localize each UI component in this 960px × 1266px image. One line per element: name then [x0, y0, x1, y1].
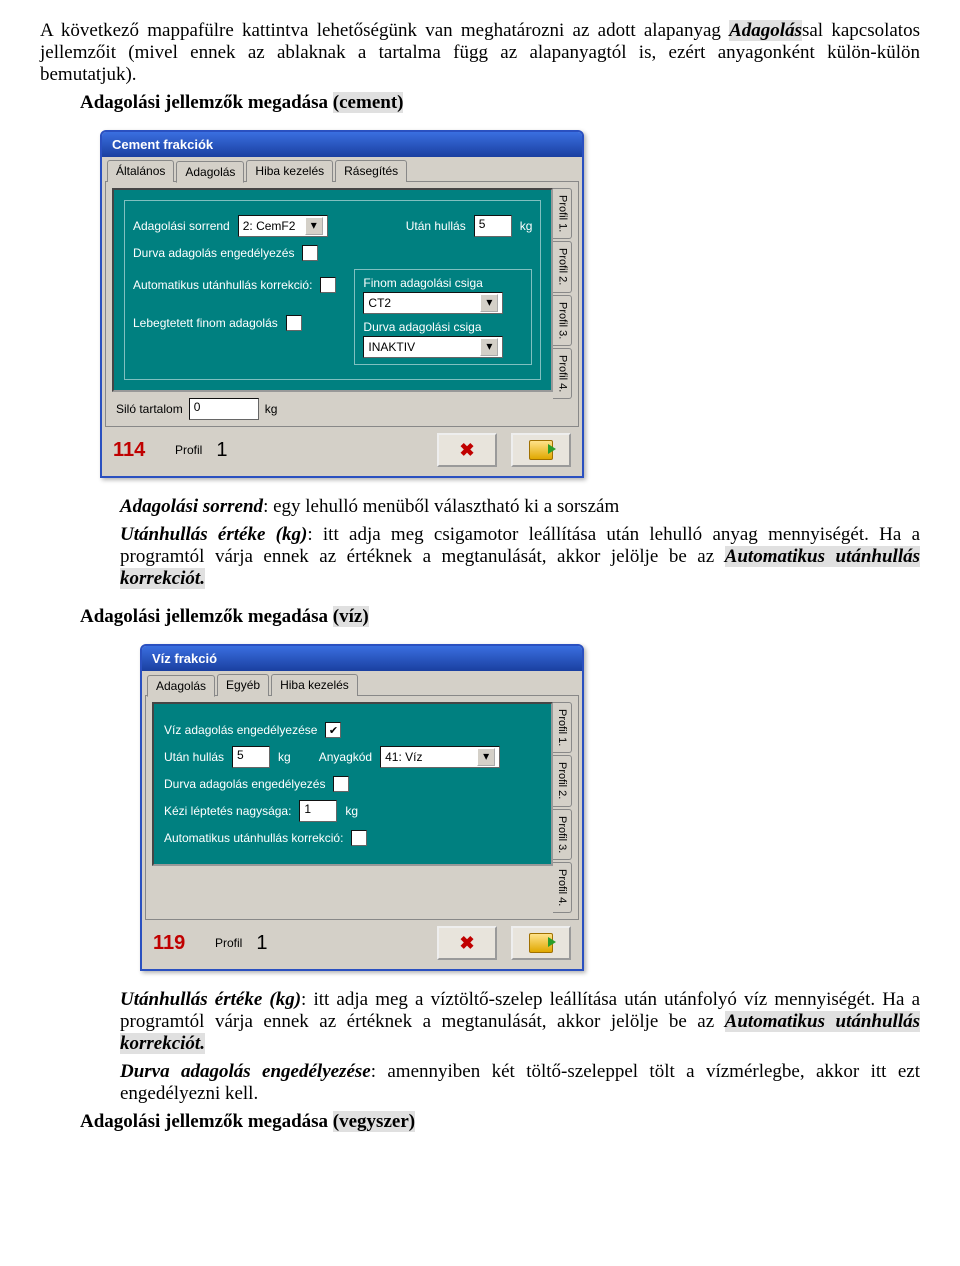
input-kezi[interactable]: 1: [299, 800, 337, 822]
input-silo[interactable]: 0: [189, 398, 259, 420]
label-durva-csiga: Durva adagolási csiga: [363, 320, 523, 334]
heading-cement: Adagolási jellemzők megadása (cement): [80, 92, 920, 114]
label-kezi: Kézi léptetés nagysága:: [164, 804, 291, 818]
label-profil-viz: Profil: [215, 936, 242, 950]
heading-viz-a: Adagolási jellemzők megadása: [80, 606, 333, 627]
viz-titlebar: Víz frakció: [142, 646, 582, 671]
cement-tabs: Általános Adagolás Hiba kezelés Rásegíté…: [105, 160, 579, 182]
viz-id: 119: [153, 932, 201, 955]
cement-titlebar: Cement frakciók: [102, 132, 582, 157]
label-utan-hullas: Után hullás: [406, 219, 466, 233]
dropdown-anyagkod-value: 41: Víz: [385, 750, 422, 764]
cement-id: 114: [113, 439, 161, 462]
dropdown-sorrend-value: 2: CemF2: [243, 219, 296, 233]
vtab-profil2[interactable]: Profil 2.: [553, 241, 572, 292]
cancel-button[interactable]: ✖: [437, 433, 497, 467]
label-silo: Siló tartalom: [116, 402, 183, 416]
heading-vegyszer: Adagolási jellemzők megadása (vegyszer): [80, 1111, 920, 1133]
label-viz-enged: Víz adagolás engedélyezése: [164, 723, 317, 737]
vtab-profil3-viz[interactable]: Profil 3.: [553, 809, 572, 860]
viz-description: Utánhullás értéke (kg): itt adja meg a v…: [120, 989, 920, 1105]
vtab-profil1[interactable]: Profil 1.: [553, 188, 572, 239]
label-kg-1: kg: [520, 219, 533, 233]
checkbox-viz-enged[interactable]: ✔: [325, 722, 341, 738]
label-anyagkod: Anyagkód: [319, 750, 372, 764]
checkbox-durva[interactable]: [302, 245, 318, 261]
chevron-down-icon: ▾: [480, 338, 498, 356]
heading-cement-a: Adagolási jellemzők megadása: [80, 92, 333, 113]
cement-window: Cement frakciók Általános Adagolás Hiba …: [100, 130, 584, 478]
term-utanhullas2: Utánhullás értéke (kg): [120, 989, 301, 1010]
cement-description: Adagolási sorrend: egy lehulló menüből v…: [120, 496, 920, 590]
vtab-profil3[interactable]: Profil 3.: [553, 295, 572, 346]
dropdown-finom-csiga-value: CT2: [368, 296, 391, 310]
heading-viz: Adagolási jellemzők megadása (víz): [80, 606, 920, 628]
intro-text-a: A következő mappafülre kattintva lehetős…: [40, 20, 729, 41]
viz-tabs: Adagolás Egyéb Hiba kezelés: [145, 674, 579, 696]
label-kg-viz: kg: [278, 750, 291, 764]
label-sorrend: Adagolási sorrend: [133, 219, 230, 233]
label-lebeg: Lebegtetett finom adagolás: [133, 316, 278, 330]
chevron-down-icon: ▾: [305, 217, 323, 235]
term-durva: Durva adagolás engedélyezése: [120, 1061, 371, 1082]
checkbox-durva-viz[interactable]: [333, 776, 349, 792]
tab-adagolas[interactable]: Adagolás: [176, 161, 244, 183]
label-kg-viz2: kg: [345, 804, 358, 818]
checkbox-lebeg[interactable]: [286, 315, 302, 331]
checkbox-auto[interactable]: [320, 277, 336, 293]
tab-altalanos[interactable]: Általános: [107, 160, 174, 182]
label-finom-csiga: Finom adagolási csiga: [363, 276, 523, 290]
input-utan-hullas-viz[interactable]: 5: [232, 746, 270, 768]
dropdown-durva-csiga-value: INAKTIV: [368, 340, 415, 354]
term-utanhullas: Utánhullás értéke (kg): [120, 524, 307, 545]
profil-value: 1: [216, 439, 227, 462]
open-button[interactable]: [511, 433, 571, 467]
term-sorrend: Adagolási sorrend: [120, 496, 263, 517]
open-button-viz[interactable]: [511, 926, 571, 960]
dropdown-sorrend[interactable]: 2: CemF2 ▾: [238, 215, 328, 237]
checkbox-auto-viz[interactable]: [351, 830, 367, 846]
tab-hibakezeles[interactable]: Hiba kezelés: [246, 160, 333, 182]
chevron-down-icon: ▾: [477, 748, 495, 766]
label-durva-viz: Durva adagolás engedélyezés: [164, 777, 325, 791]
folder-arrow-icon: [529, 440, 553, 460]
heading-viz-b: (víz): [333, 606, 369, 627]
intro-paragraph: A következő mappafülre kattintva lehetős…: [40, 20, 920, 86]
label-utan-hullas-viz: Után hullás: [164, 750, 224, 764]
input-utan-hullas[interactable]: 5: [474, 215, 512, 237]
vtab-profil4-viz[interactable]: Profil 4.: [553, 862, 572, 913]
dropdown-finom-csiga[interactable]: CT2 ▾: [363, 292, 503, 314]
folder-arrow-icon: [529, 933, 553, 953]
profil-value-viz: 1: [256, 932, 267, 955]
vtab-profil1-viz[interactable]: Profil 1.: [553, 702, 572, 753]
tab-hibakezeles-viz[interactable]: Hiba kezelés: [271, 674, 358, 696]
viz-window: Víz frakció Adagolás Egyéb Hiba kezelés …: [140, 644, 584, 971]
heading-vegyszer-b: (vegyszer): [333, 1111, 415, 1132]
chevron-down-icon: ▾: [480, 294, 498, 312]
label-kg-2: kg: [265, 402, 278, 416]
tab-rasegites[interactable]: Rásegítés: [335, 160, 407, 182]
heading-vegyszer-a: Adagolási jellemzők megadása: [80, 1111, 333, 1132]
label-auto: Automatikus utánhullás korrekció:: [133, 278, 312, 292]
text-sorrend: : egy lehulló menüből választható ki a s…: [263, 496, 619, 517]
heading-cement-b: (cement): [333, 92, 404, 113]
dropdown-anyagkod[interactable]: 41: Víz ▾: [380, 746, 500, 768]
term-adagolas: Adagolás: [729, 20, 802, 41]
label-profil: Profil: [175, 443, 202, 457]
vtab-profil2-viz[interactable]: Profil 2.: [553, 755, 572, 806]
dropdown-durva-csiga[interactable]: INAKTIV ▾: [363, 336, 503, 358]
label-durva: Durva adagolás engedélyezés: [133, 246, 294, 260]
label-auto-viz: Automatikus utánhullás korrekció:: [164, 831, 343, 845]
tab-adagolas-viz[interactable]: Adagolás: [147, 675, 215, 697]
vtab-profil4[interactable]: Profil 4.: [553, 348, 572, 399]
cancel-button-viz[interactable]: ✖: [437, 926, 497, 960]
tab-egyeb[interactable]: Egyéb: [217, 674, 269, 696]
